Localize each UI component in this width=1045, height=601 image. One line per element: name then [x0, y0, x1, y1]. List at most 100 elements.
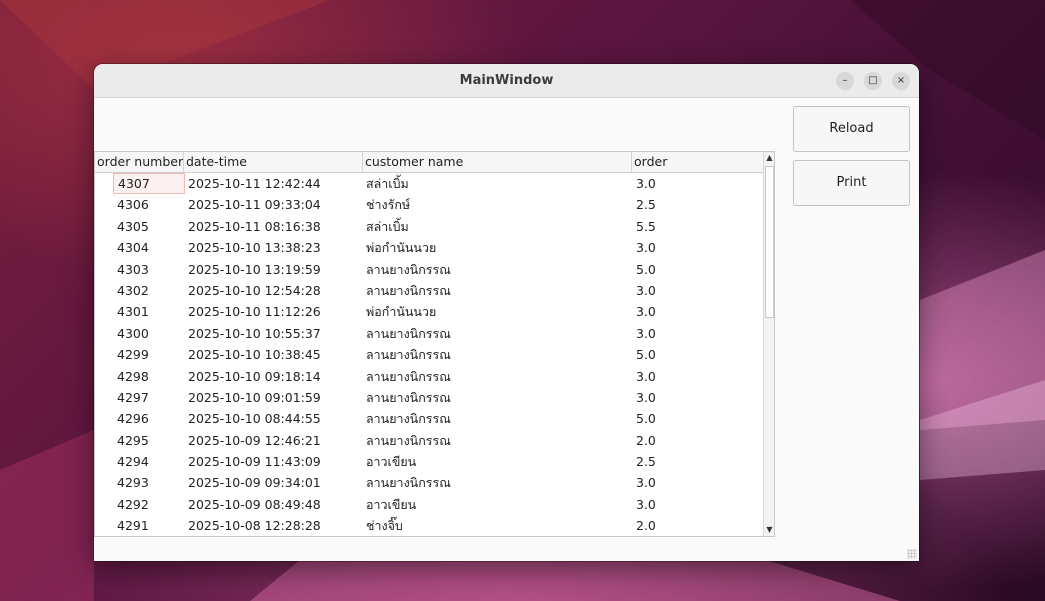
- vertical-scrollbar[interactable]: ▲ ▼: [763, 152, 774, 536]
- cell-order-number[interactable]: 4292: [113, 494, 185, 515]
- column-header-order[interactable]: order: [632, 152, 763, 172]
- cell-date-time[interactable]: 2025-10-11 08:16:38: [188, 216, 364, 237]
- table-row[interactable]: 4304 2025-10-10 13:38:23 พ่อกำนันนวย 3.0: [95, 237, 763, 258]
- cell-order[interactable]: 3.0: [636, 323, 736, 344]
- cell-date-time[interactable]: 2025-10-09 09:34:01: [188, 472, 364, 493]
- cell-customer-name[interactable]: ลานยางนิกรรณ: [366, 259, 632, 280]
- cell-order-number[interactable]: 4303: [113, 259, 185, 280]
- column-header-date-time[interactable]: date-time: [184, 152, 363, 172]
- cell-order[interactable]: 3.0: [636, 237, 736, 258]
- cell-customer-name[interactable]: ลานยางนิกรรณ: [366, 430, 632, 451]
- cell-date-time[interactable]: 2025-10-11 12:42:44: [188, 173, 364, 194]
- cell-date-time[interactable]: 2025-10-10 13:19:59: [188, 259, 364, 280]
- table-row[interactable]: 4305 2025-10-11 08:16:38 สล่าเบิ้ม 5.5: [95, 216, 763, 237]
- cell-order-number[interactable]: 4304: [113, 237, 185, 258]
- cell-date-time[interactable]: 2025-10-10 09:18:14: [188, 366, 364, 387]
- cell-customer-name[interactable]: สล่าเบิ้ม: [366, 173, 632, 194]
- cell-order-number[interactable]: 4299: [113, 344, 185, 365]
- cell-order-number[interactable]: 4294: [113, 451, 185, 472]
- table-row[interactable]: 4301 2025-10-10 11:12:26 พ่อกำนันนวย 3.0: [95, 301, 763, 322]
- column-header-order-number[interactable]: order number: [95, 152, 184, 172]
- table-row[interactable]: 4291 2025-10-08 12:28:28 ช่างจิ๊บ 2.0: [95, 515, 763, 536]
- cell-order-number[interactable]: 4291: [113, 515, 185, 536]
- cell-customer-name[interactable]: พ่อกำนันนวย: [366, 301, 632, 322]
- cell-date-time[interactable]: 2025-10-09 08:49:48: [188, 494, 364, 515]
- table-row[interactable]: 4296 2025-10-10 08:44:55 ลานยางนิกรรณ 5.0: [95, 408, 763, 429]
- cell-order[interactable]: 3.0: [636, 280, 736, 301]
- cell-customer-name[interactable]: ลานยางนิกรรณ: [366, 344, 632, 365]
- cell-order-number[interactable]: 4298: [113, 366, 185, 387]
- cell-customer-name[interactable]: ลานยางนิกรรณ: [366, 366, 632, 387]
- table-row[interactable]: 4292 2025-10-09 08:49:48 อาวเขียน 3.0: [95, 494, 763, 515]
- cell-order-number[interactable]: 4293: [113, 472, 185, 493]
- cell-customer-name[interactable]: สล่าเบิ้ม: [366, 216, 632, 237]
- cell-order[interactable]: 3.0: [636, 472, 736, 493]
- cell-order-number[interactable]: 4307: [113, 173, 185, 195]
- cell-customer-name[interactable]: พ่อกำนันนวย: [366, 237, 632, 258]
- print-button[interactable]: Print: [793, 160, 910, 206]
- cell-date-time[interactable]: 2025-10-10 13:38:23: [188, 237, 364, 258]
- minimize-button[interactable]: –: [836, 72, 854, 90]
- cell-date-time[interactable]: 2025-10-08 12:28:28: [188, 515, 364, 536]
- scrollbar-thumb[interactable]: [765, 166, 774, 318]
- table-row[interactable]: 4295 2025-10-09 12:46:21 ลานยางนิกรรณ 2.0: [95, 430, 763, 451]
- cell-date-time[interactable]: 2025-10-11 09:33:04: [188, 194, 364, 215]
- cell-order[interactable]: 5.0: [636, 259, 736, 280]
- maximize-button[interactable]: □: [864, 72, 882, 90]
- cell-order[interactable]: 2.0: [636, 515, 736, 536]
- cell-date-time[interactable]: 2025-10-10 10:38:45: [188, 344, 364, 365]
- table-row[interactable]: 4303 2025-10-10 13:19:59 ลานยางนิกรรณ 5.0: [95, 259, 763, 280]
- cell-customer-name[interactable]: ช่างรักษ์: [366, 194, 632, 215]
- cell-order-number[interactable]: 4305: [113, 216, 185, 237]
- cell-order[interactable]: 3.0: [636, 494, 736, 515]
- cell-order[interactable]: 2.5: [636, 194, 736, 215]
- column-header-customer-name[interactable]: customer name: [363, 152, 632, 172]
- table-row[interactable]: 4299 2025-10-10 10:38:45 ลานยางนิกรรณ 5.0: [95, 344, 763, 365]
- cell-order[interactable]: 3.0: [636, 173, 736, 194]
- cell-customer-name[interactable]: ลานยางนิกรรณ: [366, 280, 632, 301]
- cell-order-number[interactable]: 4296: [113, 408, 185, 429]
- cell-order-number[interactable]: 4301: [113, 301, 185, 322]
- scroll-down-arrow-icon[interactable]: ▼: [764, 524, 774, 536]
- cell-order-number[interactable]: 4306: [113, 194, 185, 215]
- cell-order[interactable]: 3.0: [636, 387, 736, 408]
- cell-date-time[interactable]: 2025-10-10 08:44:55: [188, 408, 364, 429]
- cell-customer-name[interactable]: อาวเขียน: [366, 451, 632, 472]
- close-button[interactable]: ×: [892, 72, 910, 90]
- table-row[interactable]: 4307 2025-10-11 12:42:44 สล่าเบิ้ม 3.0: [95, 173, 763, 195]
- cell-order[interactable]: 3.0: [636, 301, 736, 322]
- cell-date-time[interactable]: 2025-10-10 10:55:37: [188, 323, 364, 344]
- table-row[interactable]: 4300 2025-10-10 10:55:37 ลานยางนิกรรณ 3.0: [95, 323, 763, 344]
- cell-order-number[interactable]: 4302: [113, 280, 185, 301]
- reload-button[interactable]: Reload: [793, 106, 910, 152]
- cell-customer-name[interactable]: ลานยางนิกรรณ: [366, 387, 632, 408]
- cell-customer-name[interactable]: ลานยางนิกรรณ: [366, 408, 632, 429]
- cell-order-number[interactable]: 4300: [113, 323, 185, 344]
- table-row[interactable]: 4298 2025-10-10 09:18:14 ลานยางนิกรรณ 3.0: [95, 366, 763, 387]
- cell-order[interactable]: 5.0: [636, 344, 736, 365]
- resize-grip[interactable]: [907, 549, 917, 559]
- table-row[interactable]: 4293 2025-10-09 09:34:01 ลานยางนิกรรณ 3.0: [95, 472, 763, 493]
- table-row[interactable]: 4294 2025-10-09 11:43:09 อาวเขียน 2.5: [95, 451, 763, 472]
- cell-date-time[interactable]: 2025-10-10 11:12:26: [188, 301, 364, 322]
- cell-customer-name[interactable]: อาวเขียน: [366, 494, 632, 515]
- orders-table[interactable]: order number date-time customer name ord…: [94, 151, 775, 537]
- title-bar[interactable]: MainWindow – □ ×: [94, 64, 919, 98]
- cell-order[interactable]: 5.5: [636, 216, 736, 237]
- scroll-up-arrow-icon[interactable]: ▲: [764, 152, 774, 164]
- cell-date-time[interactable]: 2025-10-09 12:46:21: [188, 430, 364, 451]
- cell-date-time[interactable]: 2025-10-10 09:01:59: [188, 387, 364, 408]
- cell-order-number[interactable]: 4297: [113, 387, 185, 408]
- cell-order[interactable]: 2.5: [636, 451, 736, 472]
- cell-customer-name[interactable]: ลานยางนิกรรณ: [366, 323, 632, 344]
- cell-date-time[interactable]: 2025-10-10 12:54:28: [188, 280, 364, 301]
- cell-order[interactable]: 2.0: [636, 430, 736, 451]
- cell-date-time[interactable]: 2025-10-09 11:43:09: [188, 451, 364, 472]
- table-row[interactable]: 4302 2025-10-10 12:54:28 ลานยางนิกรรณ 3.0: [95, 280, 763, 301]
- table-row[interactable]: 4306 2025-10-11 09:33:04 ช่างรักษ์ 2.5: [95, 194, 763, 215]
- cell-order[interactable]: 3.0: [636, 366, 736, 387]
- cell-order-number[interactable]: 4295: [113, 430, 185, 451]
- cell-customer-name[interactable]: ลานยางนิกรรณ: [366, 472, 632, 493]
- table-row[interactable]: 4297 2025-10-10 09:01:59 ลานยางนิกรรณ 3.0: [95, 387, 763, 408]
- cell-order[interactable]: 5.0: [636, 408, 736, 429]
